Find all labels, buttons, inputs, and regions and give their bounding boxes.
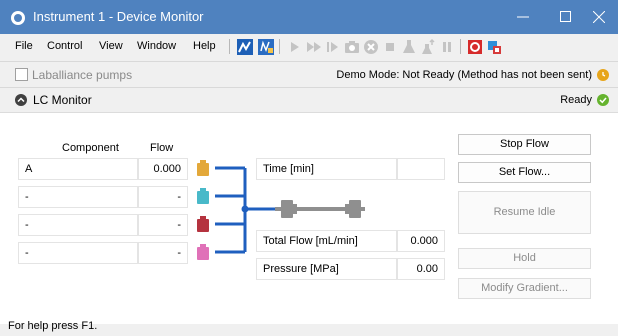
set-flow-button[interactable]: Set Flow... <box>458 162 591 183</box>
status-bar: For help press F1. <box>0 320 618 336</box>
component-cell-b: - <box>18 186 138 208</box>
step-forward-icon[interactable] <box>324 38 342 56</box>
toolbar-separator <box>460 39 461 54</box>
menu-file[interactable]: File <box>15 40 33 52</box>
minimize-button[interactable] <box>504 0 542 34</box>
pressure-value: 0.00 <box>397 258 445 280</box>
close-button[interactable] <box>580 0 618 34</box>
fast-forward-icon[interactable] <box>305 38 323 56</box>
maximize-icon <box>560 11 571 22</box>
record-icon[interactable] <box>466 38 484 56</box>
lc-monitor-title: LC Monitor <box>33 93 92 107</box>
stop-circle-icon[interactable] <box>362 38 380 56</box>
bar-chart-icon[interactable] <box>236 38 254 56</box>
column-icon <box>275 200 365 218</box>
component-header: Component <box>62 142 119 154</box>
close-icon <box>593 11 605 23</box>
demo-status-text: Demo Mode: Not Ready (Method has not bee… <box>336 69 592 81</box>
status-text: For help press F1. <box>8 320 98 332</box>
pumps-label: Laballiance pumps <box>32 68 133 82</box>
flow-header: Flow <box>150 142 174 154</box>
resume-idle-button[interactable]: Resume Idle <box>458 191 591 234</box>
flow-cell-d: - <box>138 242 188 264</box>
menu-window[interactable]: Window <box>137 40 176 52</box>
menu-view[interactable]: View <box>99 40 123 52</box>
lc-monitor-panel: Component Flow A 0.000 - - - - - - Time … <box>0 112 618 324</box>
menu-control[interactable]: Control <box>47 40 82 52</box>
pumps-bar: Laballiance pumps Demo Mode: Not Ready (… <box>0 61 618 87</box>
collapse-icon[interactable] <box>15 94 27 106</box>
menu-bar: File Control View Window Help <box>0 34 618 60</box>
component-cell-d: - <box>18 242 138 264</box>
toolbar-separator <box>229 39 230 54</box>
toolbar-separator <box>279 39 280 54</box>
play-icon[interactable] <box>286 38 304 56</box>
hold-button[interactable]: Hold <box>458 248 591 269</box>
minimize-icon <box>517 16 529 18</box>
flow-cell-b: - <box>138 186 188 208</box>
network-icon[interactable] <box>485 38 503 56</box>
flask-icon[interactable] <box>400 38 418 56</box>
component-cell-c: - <box>18 214 138 236</box>
total-flow-value: 0.000 <box>397 230 445 252</box>
total-flow-label: Total Flow [mL/min] <box>256 230 397 252</box>
modify-gradient-button[interactable]: Modify Gradient... <box>458 278 591 299</box>
lc-monitor-header: LC Monitor Ready <box>0 87 618 112</box>
clock-warning-icon <box>597 69 609 81</box>
ready-status-text: Ready <box>560 94 592 106</box>
check-icon <box>597 94 609 106</box>
flow-cell-c: - <box>138 214 188 236</box>
camera-icon[interactable] <box>343 38 361 56</box>
app-icon <box>11 11 25 25</box>
title-bar: Instrument 1 - Device Monitor <box>0 0 618 34</box>
flow-cell-a: 0.000 <box>138 158 188 180</box>
stop-square-icon[interactable] <box>381 38 399 56</box>
pressure-label: Pressure [MPa] <box>256 258 397 280</box>
time-label: Time [min] <box>256 158 397 180</box>
stop-flow-button[interactable]: Stop Flow <box>458 134 591 155</box>
window-title: Instrument 1 - Device Monitor <box>33 9 204 24</box>
menu-help[interactable]: Help <box>193 40 216 52</box>
pumps-checkbox[interactable] <box>15 68 28 81</box>
pause-icon[interactable] <box>438 38 456 56</box>
flask-up-icon[interactable] <box>419 38 437 56</box>
instrument-chart-icon[interactable] <box>257 38 275 56</box>
mixer-dot <box>241 205 249 213</box>
component-cell-a: A <box>18 158 138 180</box>
time-value <box>397 158 445 180</box>
